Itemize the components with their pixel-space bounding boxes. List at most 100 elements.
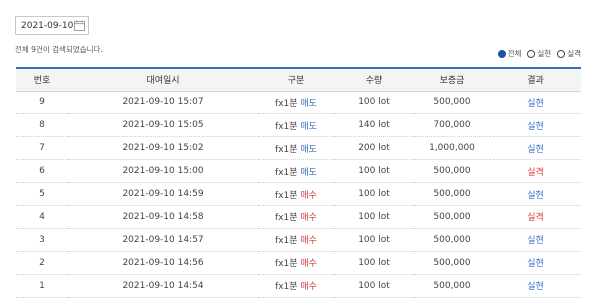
row-number: 5	[16, 182, 68, 206]
row-side: 매수	[300, 259, 317, 270]
row-quantity: 100 lot	[334, 228, 414, 252]
row-product: fx1분	[275, 259, 301, 270]
row-product: fx1분	[275, 236, 301, 247]
row-datetime: 2021-09-10 15:05	[68, 113, 258, 138]
calendar-icon[interactable]	[74, 20, 85, 31]
column-header: 구분	[258, 68, 334, 92]
table-row: 8 2021-09-10 15:05 fx1분 매도 140 lot 700,000 실현	[16, 113, 581, 138]
row-number: 3	[16, 228, 68, 252]
table-row: 3 2021-09-10 14:57 fx1분 매수 100 lot 500,000 실현	[16, 228, 581, 252]
row-result: 실격	[490, 159, 581, 184]
row-side: 매수	[300, 236, 317, 247]
date-value: 2021-09-10	[21, 20, 74, 31]
row-deposit: 500,000	[414, 228, 490, 252]
table-row: 2 2021-09-10 14:56 fx1분 매수 100 lot 500,000 실현	[16, 251, 581, 275]
table-row: 9 2021-09-10 15:07 fx1분 매도 100 lot 500,000 실현	[16, 91, 581, 115]
row-deposit: 500,000	[414, 91, 490, 115]
row-quantity: 100 lot	[334, 159, 414, 184]
date-input[interactable]: 2021-09-10	[15, 16, 89, 35]
row-type: fx1분 매수	[258, 228, 334, 252]
row-quantity: 100 lot	[334, 205, 414, 229]
row-number: 2	[16, 251, 68, 275]
table-row: 6 2021-09-10 15:00 fx1분 매도 100 lot 500,000 실격	[16, 159, 581, 184]
column-header: 보증금	[414, 68, 490, 92]
row-product: fx1분	[275, 282, 301, 293]
table-row: 7 2021-09-10 15:02 fx1분 매도 200 lot 1,000,000…	[16, 136, 581, 161]
row-side: 매수	[300, 190, 317, 201]
row-type: fx1분 매수	[258, 274, 334, 298]
filter-label: 전체	[507, 49, 522, 58]
row-result: 실격	[490, 205, 581, 229]
column-header: 결과	[490, 68, 581, 92]
row-datetime: 2021-09-10 15:02	[68, 136, 258, 161]
row-type: fx1분 매수	[258, 205, 334, 229]
row-type: fx1분 매도	[258, 136, 334, 161]
row-deposit: 1,000,000	[414, 136, 490, 161]
row-number: 1	[16, 274, 68, 298]
row-datetime: 2021-09-10 14:59	[68, 182, 258, 206]
radio-unchecked-icon[interactable]	[557, 49, 566, 58]
column-header: 수량	[334, 68, 414, 92]
row-quantity: 200 lot	[334, 136, 414, 161]
radio-unchecked-icon[interactable]	[527, 49, 536, 58]
table-body: 9 2021-09-10 15:07 fx1분 매도 100 lot 500,000 실현…	[16, 91, 581, 298]
row-result: 실현	[490, 113, 581, 138]
row-result: 실현	[490, 228, 581, 252]
row-deposit: 500,000	[414, 182, 490, 206]
row-quantity: 100 lot	[334, 274, 414, 298]
table-row: 1 2021-09-10 14:54 fx1분 매수 100 lot 500,000 실현	[16, 274, 581, 298]
row-side: 매도	[300, 167, 317, 178]
row-deposit: 500,000	[414, 159, 490, 184]
row-datetime: 2021-09-10 14:54	[68, 274, 258, 298]
row-type: fx1분 매수	[258, 182, 334, 206]
column-header: 대여일시	[68, 68, 258, 92]
row-number: 8	[16, 113, 68, 138]
row-product: fx1분	[275, 190, 301, 201]
row-result: 실현	[490, 91, 581, 115]
row-deposit: 500,000	[414, 205, 490, 229]
row-result: 실현	[490, 182, 581, 206]
row-side: 매도	[300, 98, 317, 109]
row-number: 6	[16, 159, 68, 184]
row-datetime: 2021-09-10 14:57	[68, 228, 258, 252]
column-header: 번호	[16, 68, 68, 92]
filter-label: 실현	[537, 49, 552, 58]
radio-checked-icon[interactable]	[497, 49, 506, 58]
row-datetime: 2021-09-10 15:07	[68, 91, 258, 115]
filter-option-0[interactable]: 전체	[497, 48, 522, 59]
row-datetime: 2021-09-10 14:56	[68, 251, 258, 275]
filter-label: 실격	[567, 49, 581, 58]
row-datetime: 2021-09-10 14:58	[68, 205, 258, 229]
row-deposit: 500,000	[414, 274, 490, 298]
row-quantity: 140 lot	[334, 113, 414, 138]
row-side: 매도	[300, 144, 317, 155]
row-product: fx1분	[275, 213, 301, 224]
filter-option-1[interactable]: 실현	[527, 48, 551, 59]
row-result: 실현	[490, 274, 581, 298]
row-number: 4	[16, 205, 68, 229]
row-product: fx1분	[275, 144, 301, 155]
history-table: 번호 대여일시 구분 수량 보증금 결과 9 2021-09-10 15:07 fx1분 매도…	[16, 67, 581, 298]
row-result: 실현	[490, 251, 581, 275]
table-row: 4 2021-09-10 14:58 fx1분 매수 100 lot 500,000 실격	[16, 205, 581, 229]
table-row: 5 2021-09-10 14:59 fx1분 매수 100 lot 500,000 실현	[16, 182, 581, 206]
row-quantity: 100 lot	[334, 91, 414, 115]
row-datetime: 2021-09-10 15:00	[68, 159, 258, 184]
row-deposit: 500,000	[414, 251, 490, 275]
row-type: fx1분 매도	[258, 159, 334, 184]
row-type: fx1분 매도	[258, 113, 334, 138]
table-header-row: 번호 대여일시 구분 수량 보증금 결과	[16, 68, 581, 92]
row-type: fx1분 매도	[258, 91, 334, 115]
result-filter-group: 전체 실현 실격	[497, 48, 581, 59]
row-type: fx1분 매수	[258, 251, 334, 275]
result-count-text: 전체 9건이 검색되었습니다.	[15, 45, 103, 54]
row-product: fx1분	[275, 167, 301, 178]
row-side: 매수	[300, 282, 317, 293]
row-number: 9	[16, 91, 68, 115]
row-quantity: 100 lot	[334, 182, 414, 206]
row-product: fx1분	[275, 98, 301, 109]
row-quantity: 100 lot	[334, 251, 414, 275]
row-result: 실현	[490, 136, 581, 161]
row-side: 매수	[300, 213, 317, 224]
filter-option-2[interactable]: 실격	[557, 48, 581, 59]
